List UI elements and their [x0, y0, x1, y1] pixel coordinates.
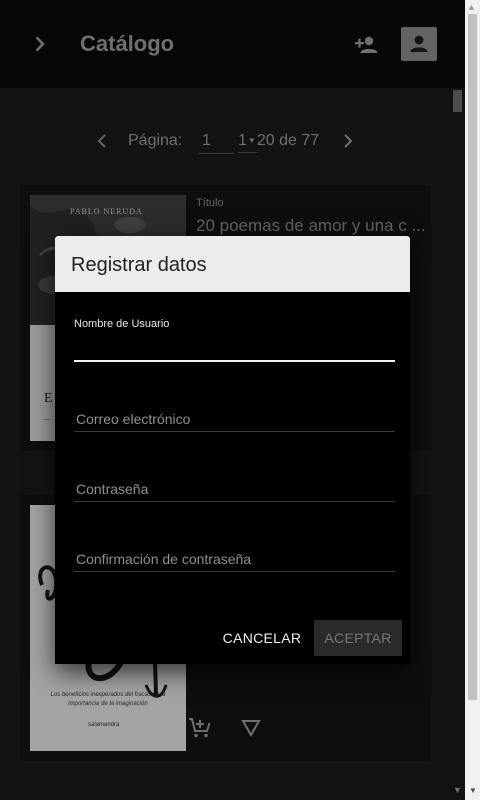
username-label: Nombre de Usuario — [74, 318, 170, 330]
username-input[interactable] — [74, 334, 395, 354]
confirm-password-underline — [74, 571, 395, 572]
username-field[interactable]: Nombre de Usuario — [74, 318, 395, 362]
password-field[interactable]: Contraseña — [74, 481, 395, 503]
accept-button[interactable]: ACEPTAR — [314, 620, 402, 656]
page-scroll-thumb[interactable] — [468, 14, 477, 700]
password-placeholder: Contraseña — [76, 481, 149, 497]
password-underline — [74, 501, 395, 502]
email-underline — [74, 431, 395, 432]
page-scrollbar[interactable]: ▼ — [465, 0, 480, 800]
dialog-title: Registrar datos — [71, 254, 207, 276]
confirm-password-field[interactable]: Confirmación de contraseña — [74, 551, 395, 573]
register-dialog: Registrar datos Nombre de Usuario Correo… — [55, 236, 410, 664]
username-underline — [74, 360, 395, 362]
dialog-header: Registrar datos — [55, 236, 410, 292]
email-placeholder: Correo electrónico — [76, 411, 191, 427]
email-field[interactable]: Correo electrónico — [74, 411, 395, 433]
scroll-up-arrow-icon[interactable]: ▲ — [467, 2, 476, 12]
scroll-down-arrow-icon[interactable]: ▼ — [469, 786, 477, 795]
confirm-password-placeholder: Confirmación de contraseña — [76, 551, 252, 567]
cancel-button[interactable]: CANCELAR — [215, 620, 309, 656]
